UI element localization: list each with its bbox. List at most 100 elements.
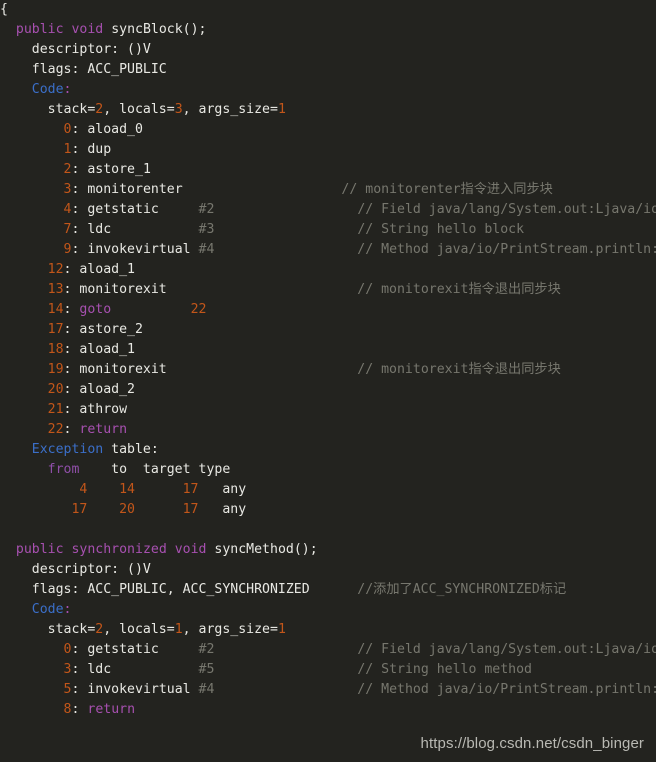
code-line: stack=2, locals=3, args_size=1 [0, 100, 656, 120]
code-token: synchronized [71, 542, 167, 557]
code-line: 17 20 17 any [0, 500, 656, 520]
code-line: descriptor: ()V [0, 40, 656, 60]
code-token: : aload_1 [63, 262, 135, 277]
code-token: 1 [277, 102, 286, 117]
code-line: 1: dup [0, 140, 656, 160]
watermark-url: https://blog.csdn.net/csdn_binger [420, 735, 644, 752]
code-token: 21 [47, 402, 64, 417]
code-token: stack= [47, 622, 96, 637]
code-viewer[interactable]: { public void syncBlock(); descriptor: (… [0, 0, 656, 762]
code-token: from [47, 462, 80, 477]
code-line: 18: aload_1 [0, 340, 656, 360]
code-token: #4 // Method java/io/PrintStream.println… [198, 682, 656, 697]
code-token: syncMethod(); [206, 542, 318, 557]
code-token: : monitorexit [63, 362, 167, 377]
code-token: syncBlock(); [103, 22, 207, 37]
code-line: Exception table: [0, 440, 656, 460]
code-token: : [63, 82, 72, 97]
code-token: return [87, 702, 136, 717]
code-token: Code [31, 82, 64, 97]
code-token: flags: ACC_PUBLIC, ACC_SYNCHRONIZED [31, 582, 310, 597]
code-token: : ldc [71, 222, 112, 237]
code-token: public [15, 542, 64, 557]
code-line: 22: return [0, 420, 656, 440]
code-line: 20: aload_2 [0, 380, 656, 400]
bytecode-listing: { public void syncBlock(); descriptor: (… [0, 0, 656, 762]
code-token: : aload_0 [71, 122, 143, 137]
code-token: , locals= [103, 622, 175, 637]
code-token: 1 [277, 622, 286, 637]
code-token: : invokevirtual [71, 682, 191, 697]
code-token: flags: ACC_PUBLIC [31, 62, 167, 77]
code-line: 9: invokevirtual #4 // Method java/io/Pr… [0, 240, 656, 260]
code-line: 21: athrow [0, 400, 656, 420]
code-line: 4 14 17 any [0, 480, 656, 500]
code-token: : monitorexit [63, 282, 167, 297]
code-line: 13: monitorexit // monitorexit指令退出同步块 [0, 280, 656, 300]
code-line: 17: astore_2 [0, 320, 656, 340]
code-token: table: [103, 442, 159, 457]
code-line: public synchronized void syncMethod(); [0, 540, 656, 560]
code-token: 14 [47, 302, 64, 317]
code-token: goto [79, 302, 112, 317]
code-token: : athrow [63, 402, 128, 417]
code-token: 3 [174, 102, 183, 117]
code-line: 8: return [0, 700, 656, 720]
code-token: : aload_2 [63, 382, 135, 397]
code-token: , args_size= [182, 622, 278, 637]
code-token: : getstatic [71, 202, 159, 217]
code-token: return [79, 422, 128, 437]
code-token: 20 [47, 382, 64, 397]
code-token: #2 // Field java/lang/System.out:Ljava/i… [198, 642, 656, 657]
code-line: Code: [0, 80, 656, 100]
code-token: #4 // Method java/io/PrintStream.println… [198, 242, 656, 257]
code-line: 2: astore_1 [0, 160, 656, 180]
code-token: // monitorexit指令退出同步块 [166, 362, 561, 377]
code-token: Exception [31, 442, 104, 457]
code-token: void [174, 542, 207, 557]
code-token: descriptor: ()V [31, 42, 151, 57]
code-line: { [0, 0, 656, 20]
code-token: : [63, 422, 80, 437]
code-line: 4: getstatic #2 // Field java/lang/Syste… [0, 200, 656, 220]
code-line: 0: aload_0 [0, 120, 656, 140]
code-token: , args_size= [182, 102, 278, 117]
code-line: public void syncBlock(); [0, 20, 656, 40]
code-token: #3 // String hello block [111, 222, 525, 237]
code-line: 0: getstatic #2 // Field java/lang/Syste… [0, 640, 656, 660]
code-line: 19: monitorexit // monitorexit指令退出同步块 [0, 360, 656, 380]
code-token: #2 // Field java/lang/System.out:Ljava/i… [198, 202, 656, 217]
code-token: // monitorenter指令进入同步块 [182, 182, 553, 197]
code-token: 13 [47, 282, 64, 297]
code-line: 14: goto 22 [0, 300, 656, 320]
code-token: : aload_1 [63, 342, 135, 357]
code-token: Code [31, 602, 64, 617]
code-token: 19 [47, 362, 64, 377]
code-token: #5 // String hello method [111, 662, 532, 677]
code-token: any [198, 482, 247, 497]
code-token: //添加了ACC_SYNCHRONIZED标记 [309, 582, 567, 597]
code-token: 22 [47, 422, 64, 437]
code-line: 3: ldc #5 // String hello method [0, 660, 656, 680]
